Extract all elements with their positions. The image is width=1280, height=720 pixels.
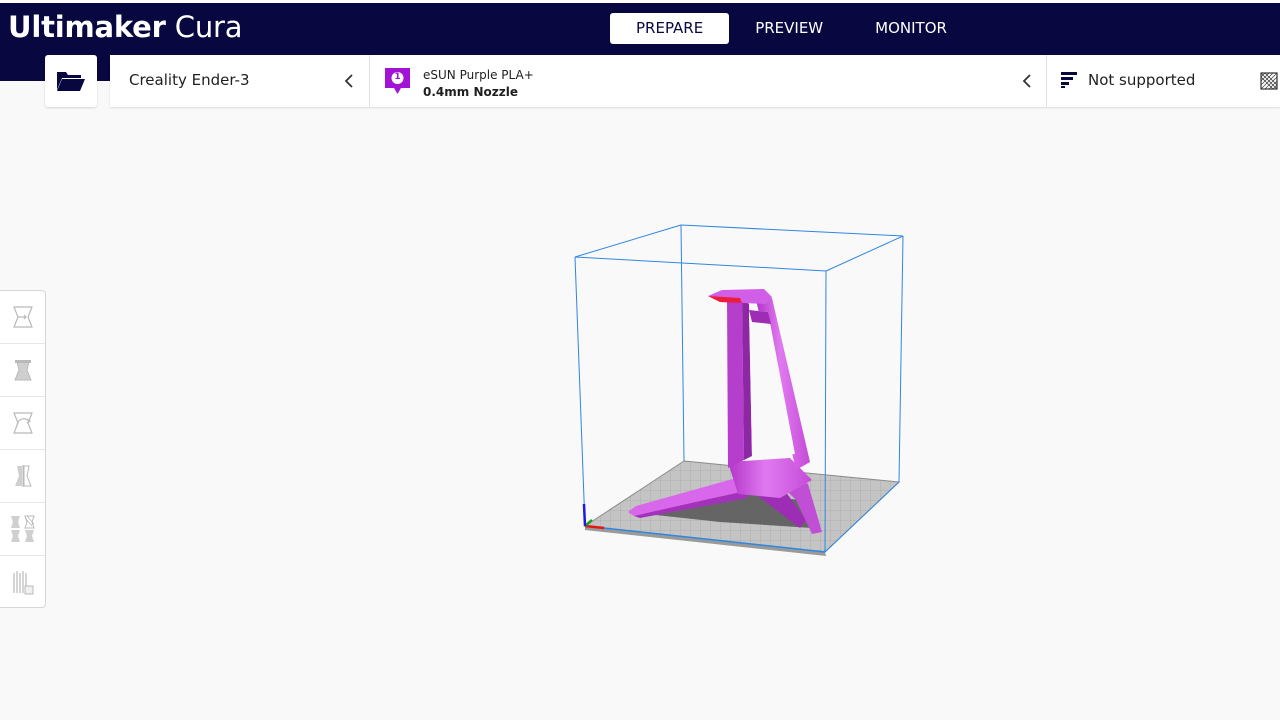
- tab-preview[interactable]: PREVIEW: [729, 13, 849, 44]
- scene: [574, 224, 904, 556]
- printer-selector[interactable]: Creality Ender-3: [110, 55, 370, 107]
- main-header: Ultimaker Cura PREPARE PREVIEW MONITOR: [0, 0, 1280, 55]
- printer-name: Creality Ender-3: [129, 71, 250, 89]
- stage-tabs: PREPARE PREVIEW MONITOR: [610, 13, 973, 44]
- print-settings-label: Not supported: [1088, 71, 1196, 89]
- logo-product: Cura: [174, 10, 243, 44]
- 3d-viewport[interactable]: [0, 108, 1280, 720]
- chevron-left-icon: [344, 74, 353, 88]
- print-settings-icon: [1061, 72, 1077, 88]
- extruder-number: 1: [394, 72, 401, 82]
- support-pattern-icon: [1260, 72, 1278, 90]
- app-logo: Ultimaker Cura: [8, 9, 243, 45]
- folder-open-icon: [57, 72, 85, 91]
- chevron-left-icon: [1022, 74, 1031, 88]
- print-settings-selector[interactable]: Not supported: [1048, 55, 1280, 107]
- nozzle-size: 0.4mm Nozzle: [423, 85, 518, 99]
- logo-brand: Ultimaker: [8, 10, 166, 44]
- material-selector[interactable]: 1 eSUN Purple PLA+ 0.4mm Nozzle: [371, 55, 1047, 107]
- tab-prepare[interactable]: PREPARE: [610, 13, 730, 44]
- material-name: eSUN Purple PLA+: [423, 68, 534, 82]
- window-top-edge: [0, 0, 1280, 3]
- tab-monitor[interactable]: MONITOR: [849, 13, 973, 44]
- job-configuration-bar: Creality Ender-3 1 eSUN Purple PLA+ 0.4m…: [110, 55, 1280, 107]
- open-file-button[interactable]: [45, 55, 97, 107]
